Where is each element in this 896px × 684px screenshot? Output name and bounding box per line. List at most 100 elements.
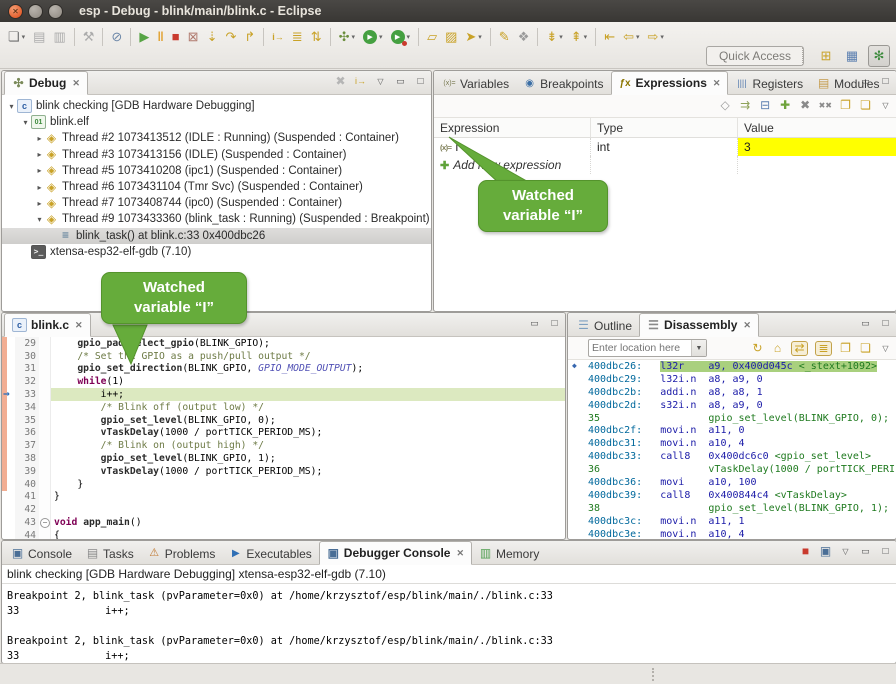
- tab-disassembly[interactable]: ☰ Disassembly ✕: [639, 313, 759, 337]
- column-type[interactable]: Type: [591, 118, 738, 137]
- maximize-icon[interactable]: □: [414, 75, 427, 88]
- folding-ruler[interactable]: −: [39, 516, 51, 529]
- tree-expander-icon[interactable]: ▾: [6, 102, 17, 111]
- location-combo[interactable]: ▼: [588, 339, 707, 357]
- collapse-all-icon[interactable]: ⊟: [759, 99, 772, 112]
- detach-view-icon[interactable]: ❐: [839, 99, 852, 112]
- tab-outline[interactable]: ☰ Outline: [570, 315, 639, 336]
- add-expression-icon[interactable]: ✚: [779, 99, 792, 112]
- debug-tree-row[interactable]: ▾cblink checking [GDB Hardware Debugging…: [2, 98, 431, 114]
- chevron-down-icon[interactable]: ▾: [584, 33, 588, 41]
- annotation-ruler[interactable]: [2, 478, 15, 491]
- instruction-stepping-icon[interactable]: i→: [354, 75, 367, 88]
- location-input[interactable]: [589, 342, 691, 354]
- debug-button[interactable]: ✣▾: [336, 28, 358, 46]
- gdb-icon[interactable]: >_: [31, 245, 46, 259]
- save-button[interactable]: ▤: [30, 28, 48, 46]
- next-annotation-button[interactable]: ⇟▾: [543, 28, 565, 46]
- debug-tree-row[interactable]: ▸◈Thread #3 1073413156 (IDLE) (Suspended…: [2, 147, 431, 163]
- mark-occurrences-button[interactable]: ✎: [496, 28, 513, 46]
- debug-tree-row[interactable]: >_xtensa-esp32-elf-gdb (7.10): [2, 244, 431, 260]
- close-icon[interactable]: ✕: [72, 78, 80, 89]
- annotation-ruler[interactable]: [2, 439, 15, 452]
- close-icon[interactable]: ✕: [713, 78, 721, 89]
- run-button[interactable]: ▶▾: [360, 28, 386, 46]
- frame-icon[interactable]: ≡: [59, 229, 72, 242]
- chevron-down-icon[interactable]: ▾: [660, 33, 664, 41]
- maximize-icon[interactable]: □: [879, 75, 892, 88]
- thread-icon[interactable]: ◈: [45, 132, 58, 145]
- tree-expander-icon[interactable]: ▸: [34, 183, 45, 192]
- quick-access-button[interactable]: Quick Access: [706, 46, 804, 66]
- tab-console[interactable]: ▣ Console: [4, 543, 79, 564]
- maximize-icon[interactable]: □: [879, 545, 892, 558]
- chevron-down-icon[interactable]: ▾: [379, 33, 383, 41]
- thread-icon[interactable]: ◈: [45, 213, 58, 226]
- annotation-ruler[interactable]: [2, 503, 15, 516]
- external-tools-button[interactable]: ▶▾: [388, 28, 414, 46]
- thread-icon[interactable]: ◈: [45, 197, 58, 210]
- show-logical-structure-icon[interactable]: ⇉: [739, 99, 752, 112]
- launch-history-button[interactable]: ➤▾: [462, 28, 484, 46]
- use-step-filters-button[interactable]: ⇅: [308, 28, 325, 46]
- maximize-icon[interactable]: □: [879, 317, 892, 330]
- display-selected-console-icon[interactable]: ▣: [819, 545, 832, 558]
- skip-all-breakpoints-button[interactable]: ⊘: [108, 28, 125, 46]
- remove-all-terminated-icon[interactable]: ✖: [334, 75, 347, 88]
- remove-selected-icon[interactable]: ✖: [799, 99, 812, 112]
- last-edit-location-button[interactable]: ⇤: [601, 28, 618, 46]
- thread-icon[interactable]: ◈: [45, 148, 58, 161]
- chevron-down-icon[interactable]: ▾: [478, 33, 482, 41]
- column-value[interactable]: Value: [738, 118, 896, 137]
- tab-debug[interactable]: ✣ Debug ✕: [4, 71, 88, 95]
- annotation-ruler[interactable]: [2, 516, 15, 529]
- thread-icon[interactable]: ◈: [45, 181, 58, 194]
- debug-tree-row[interactable]: ▸◈Thread #2 1073413512 (IDLE : Running) …: [2, 130, 431, 146]
- debug-tree-row[interactable]: ▾◈Thread #9 1073433360 (blink_task : Run…: [2, 211, 431, 227]
- annotation-ruler[interactable]: [2, 401, 15, 414]
- tab-blink-c[interactable]: c blink.c ✕: [4, 313, 91, 337]
- back-button[interactable]: ⇦▾: [620, 28, 642, 46]
- tab-breakpoints[interactable]: ◉ Breakpoints: [516, 73, 610, 94]
- resume-button[interactable]: ▶: [136, 28, 152, 46]
- view-menu-icon[interactable]: ▽: [879, 99, 892, 112]
- cpp-perspective-button[interactable]: ▦: [842, 46, 862, 66]
- close-icon[interactable]: ✕: [743, 320, 751, 331]
- tab-tasks[interactable]: ▤ Tasks: [79, 543, 141, 564]
- tab-registers[interactable]: |||| Registers: [728, 73, 810, 94]
- annotation-ruler[interactable]: [2, 363, 15, 376]
- show-whitespace-button[interactable]: ❖: [515, 28, 533, 46]
- terminate-console-icon[interactable]: ■: [799, 545, 812, 558]
- annotation-ruler[interactable]: [2, 350, 15, 363]
- hide-running-threads-button[interactable]: ≣: [289, 28, 306, 46]
- tab-executables[interactable]: ▶ Executables: [222, 543, 318, 564]
- tab-debugger-console[interactable]: ▣ Debugger Console ✕: [319, 541, 472, 565]
- add-expression-row[interactable]: ✚ Add new expression: [434, 156, 896, 174]
- chevron-down-icon[interactable]: ▾: [407, 33, 411, 41]
- previous-annotation-button[interactable]: ⇞▾: [568, 28, 590, 46]
- chevron-down-icon[interactable]: ▾: [636, 33, 640, 41]
- show-source-icon[interactable]: ≣: [815, 341, 832, 356]
- maximize-icon[interactable]: □: [548, 317, 561, 330]
- debug-tree-row[interactable]: ▸◈Thread #5 1073410208 (ipc1) (Suspended…: [2, 163, 431, 179]
- window-minimize-button[interactable]: [28, 4, 43, 19]
- open-perspective-button[interactable]: ⊞: [816, 46, 836, 66]
- chevron-down-icon[interactable]: ▾: [559, 33, 563, 41]
- annotation-ruler[interactable]: →: [2, 388, 15, 401]
- show-type-names-icon[interactable]: ◇: [719, 99, 732, 112]
- view-menu-icon[interactable]: ▽: [839, 545, 852, 558]
- tab-problems[interactable]: ⚠ Problems: [141, 543, 223, 564]
- remove-all-icon[interactable]: ✖✖: [819, 99, 832, 112]
- tree-expander-icon[interactable]: ▾: [20, 118, 31, 127]
- elf-icon[interactable]: 01: [31, 115, 46, 129]
- close-icon[interactable]: ✕: [456, 548, 464, 559]
- step-into-button[interactable]: ⇣: [204, 28, 221, 46]
- tab-expressions[interactable]: ƒx Expressions ✕: [611, 71, 729, 95]
- tree-expander-icon[interactable]: ▸: [34, 134, 45, 143]
- disconnect-button[interactable]: ⊠: [185, 28, 202, 46]
- suspend-button[interactable]: ‖: [154, 28, 166, 46]
- annotation-ruler[interactable]: [2, 465, 15, 478]
- debug-tree-row[interactable]: ▸◈Thread #6 1073431104 (Tmr Svc) (Suspen…: [2, 179, 431, 195]
- tree-expander-icon[interactable]: ▸: [34, 166, 45, 175]
- home-icon[interactable]: ⌂: [771, 342, 784, 355]
